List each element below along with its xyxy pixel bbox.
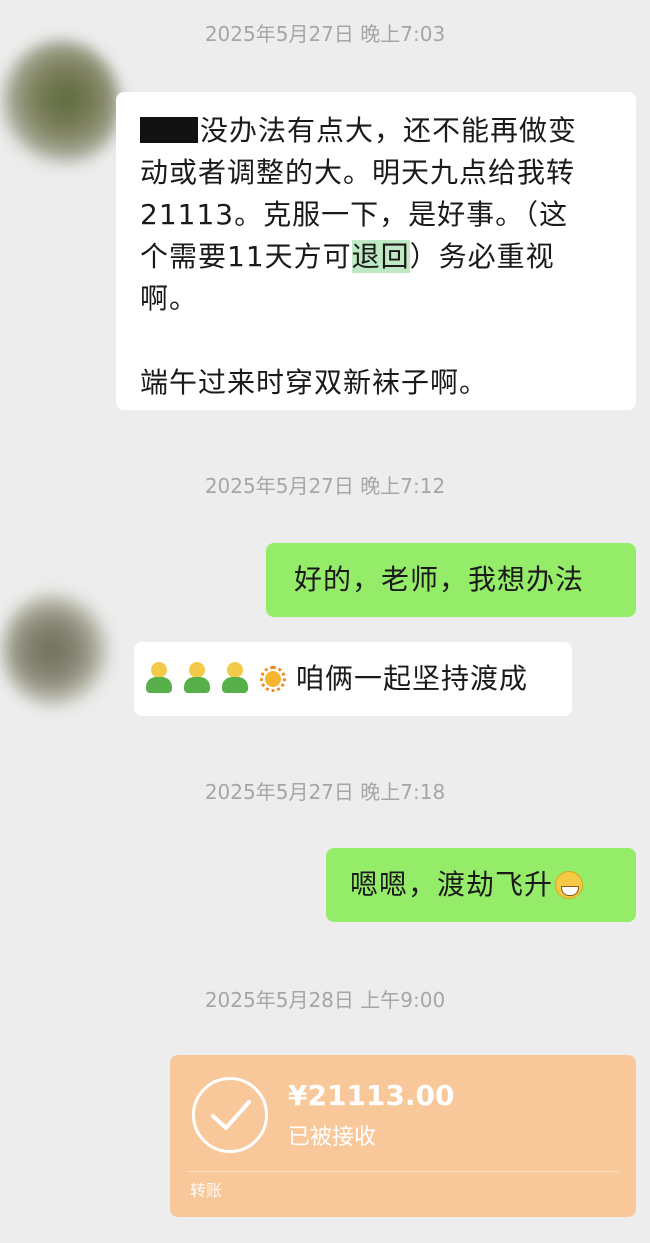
message-bubble-sent[interactable]: 嗯嗯，渡劫飞升 xyxy=(326,848,636,922)
sun-emoji-icon xyxy=(258,664,288,694)
redacted-name xyxy=(140,117,198,143)
transfer-status: 已被接收 xyxy=(288,1125,377,1150)
message-line: 动或者调整的大。明天九点给我转 xyxy=(140,156,576,189)
contact-avatar[interactable] xyxy=(0,40,120,170)
message-line: 个需要11天方可退回）务必重视 xyxy=(140,240,555,273)
transfer-amount: ¥21113.00 xyxy=(288,1079,455,1112)
timestamp: 2025年5月27日 晚上7:18 xyxy=(204,780,446,804)
transfer-type-label: 转账 xyxy=(190,1181,223,1200)
message-text: 咱俩一起坚持渡成 xyxy=(296,662,529,695)
message-line: 21113。克服一下，是好事。（这 xyxy=(140,198,569,231)
message-line: 啊。 xyxy=(140,282,199,315)
transfer-card[interactable]: ¥21113.00 已被接收 转账 xyxy=(170,1055,636,1217)
message-text: 嗯嗯，渡劫飞升 xyxy=(350,868,554,901)
timestamp: 2025年5月27日 晚上7:12 xyxy=(204,474,446,498)
contact-avatar[interactable] xyxy=(2,590,112,710)
person-emoji-icon xyxy=(220,662,250,694)
message-bubble-received[interactable]: 咱俩一起坚持渡成 xyxy=(134,642,572,716)
message-line: 端午过来时穿双新袜子啊。 xyxy=(140,366,489,399)
timestamp: 2025年5月28日 上午9:00 xyxy=(204,988,446,1012)
divider xyxy=(188,1171,618,1172)
message-bubble-received[interactable]: 没办法有点大，还不能再做变 动或者调整的大。明天九点给我转 21113。克服一下… xyxy=(116,92,636,410)
check-icon xyxy=(192,1077,268,1153)
message-bubble-sent[interactable]: 好的，老师，我想办法 xyxy=(266,543,636,617)
message-text: 好的，老师，我想办法 xyxy=(294,563,585,596)
person-emoji-icon xyxy=(144,662,174,694)
timestamp: 2025年5月27日 晚上7:03 xyxy=(204,22,446,46)
message-line: 没办法有点大，还不能再做变 xyxy=(140,110,612,152)
person-emoji-icon xyxy=(182,662,212,694)
grin-emoji-icon xyxy=(555,871,584,899)
highlighted-text: 退回 xyxy=(351,240,410,273)
